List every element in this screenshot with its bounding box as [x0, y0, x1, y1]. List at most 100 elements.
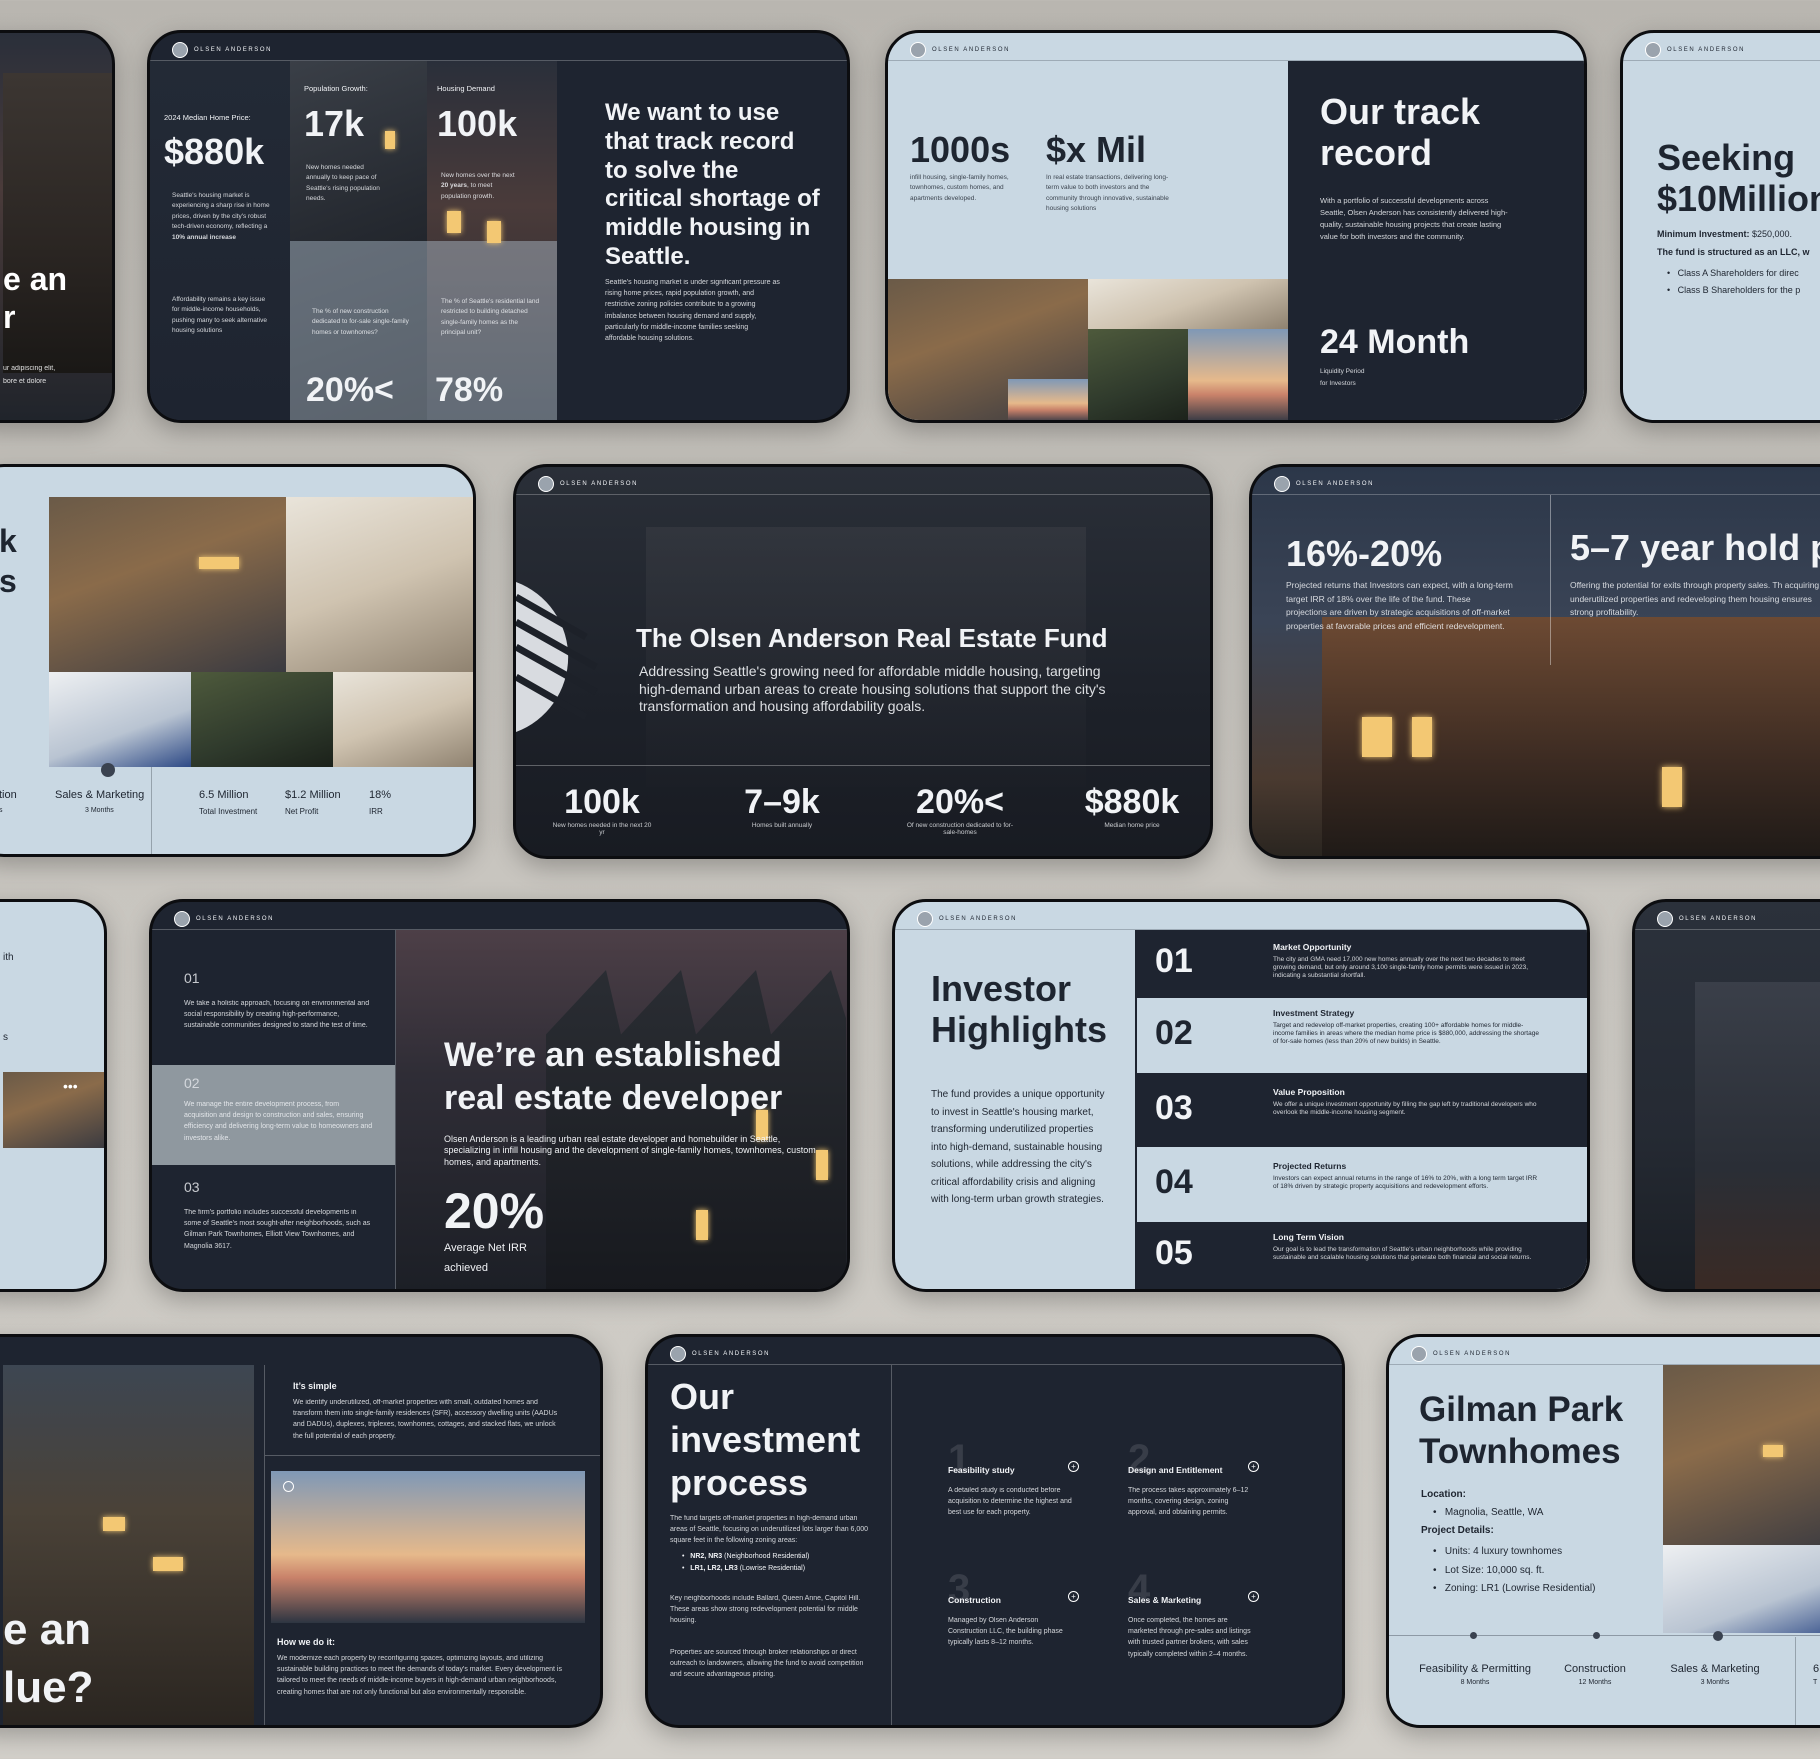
slide-investor-highlights[interactable]: OLSEN ANDERSON Investor Highlights The f… — [892, 899, 1590, 1292]
stat-description: New homes over the next 20 years, to mee… — [441, 172, 515, 200]
highlight-row[interactable]: 01 Market Opportunity The city and GMA n… — [1137, 930, 1587, 998]
window-light — [447, 211, 461, 233]
building-photo — [3, 73, 112, 373]
slide-body: Properties are sourced through broker re… — [670, 1649, 864, 1679]
slide-partial-left-3[interactable]: ith s ••• — [0, 899, 107, 1292]
item-text: We take a holistic approach, focusing on… — [184, 1000, 370, 1030]
approach-item: 03 The firm's portfolio includes success… — [152, 1165, 395, 1289]
window-light — [199, 557, 239, 569]
highlight-row[interactable]: 02 Investment Strategy Target and redeve… — [1137, 998, 1587, 1073]
slide-heading: We want to use that track record to solv… — [605, 99, 820, 270]
stat-label: Of new construction dedicated to for-sal… — [906, 822, 1014, 836]
location-label: Location: — [1421, 1489, 1466, 1500]
step-text: Managed by Olsen Anderson Construction L… — [948, 1617, 1063, 1647]
slide-track-record[interactable]: OLSEN ANDERSON 1000s infill housing, sin… — [885, 30, 1587, 423]
slide-returns[interactable]: OLSEN ANDERSON 16%-20% Projected returns… — [1249, 464, 1820, 859]
balcony-photo — [271, 1471, 585, 1623]
timeline-divider — [1795, 1637, 1796, 1725]
stat-value: 20%< — [306, 371, 394, 409]
window-light — [1763, 1445, 1783, 1457]
stat-description: infill housing, single-family homes, tow… — [910, 174, 1009, 202]
expand-icon[interactable]: + — [1068, 1591, 1079, 1602]
stat-description: Offering the potential for exits through… — [1570, 580, 1820, 618]
brand-header: OLSEN ANDERSON — [1657, 911, 1757, 927]
slide-investment-process[interactable]: OLSEN ANDERSON Our investment process Th… — [645, 1334, 1345, 1728]
highlight-row[interactable]: 04 Projected Returns Investors can expec… — [1137, 1147, 1587, 1222]
column-divider — [264, 1365, 265, 1725]
slide-body: The fund targets off-market properties i… — [670, 1515, 869, 1545]
window-light — [153, 1557, 183, 1571]
window-light — [103, 1517, 125, 1531]
stat-item: 20%< Of new construction dedicated to fo… — [880, 783, 1040, 836]
stat-value: 20%< — [916, 783, 1004, 821]
brand-header: OLSEN ANDERSON — [172, 42, 272, 58]
highlight-row[interactable]: 05 Long Term Vision Our goal is to lead … — [1137, 1222, 1587, 1289]
phase-name: Construction — [1564, 1663, 1626, 1675]
roofline — [546, 970, 846, 1289]
timeline-marker — [1713, 1631, 1723, 1641]
brand-logo-icon — [1411, 1346, 1427, 1362]
brand-header: OLSEN ANDERSON — [910, 42, 1010, 58]
brand-logo-icon — [1645, 42, 1661, 58]
brand-header: OLSEN ANDERSON — [1411, 1346, 1511, 1362]
timeline-phase: 6 T — [1813, 1663, 1820, 1686]
slide-established-developer[interactable]: OLSEN ANDERSON 01 We take a holistic app… — [149, 899, 850, 1292]
stat-value: 7–9k — [744, 783, 820, 821]
approach-item: 01 We take a holistic approach, focusing… — [152, 930, 395, 1065]
section-body: We identify underutilized, off-market pr… — [293, 1399, 558, 1440]
list-item: • Magnolia, Seattle, WA — [1433, 1507, 1544, 1518]
stat-value: 100k — [437, 103, 518, 144]
timeline-marker — [1470, 1632, 1477, 1639]
timeline-phase: Sales & Marketing 3 Months — [1655, 1663, 1775, 1686]
more-icon[interactable]: ••• — [63, 1078, 78, 1094]
stat-value: 1000s — [910, 129, 1011, 170]
window-light — [1412, 717, 1432, 757]
expand-icon[interactable]: + — [1068, 1461, 1079, 1472]
stat-column-2: Population Growth: 17k New homes needed … — [290, 61, 427, 420]
body-fragment: ur adipiscing elit, — [3, 365, 56, 372]
stat-label: IRR — [369, 807, 383, 816]
slide-housing-stats[interactable]: OLSEN ANDERSON 2024 Median Home Price: $… — [147, 30, 850, 423]
add-icon[interactable] — [283, 1481, 294, 1492]
row-number: 04 — [1155, 1163, 1193, 1201]
highlight-row[interactable]: 03 Value Proposition We offer a unique i… — [1137, 1073, 1587, 1147]
slide-partial-left-1[interactable]: e an r ur adipiscing elit, bore et dolor… — [0, 30, 115, 423]
building-silhouette — [646, 527, 1086, 787]
photo-tile — [3, 1072, 104, 1148]
slide-partial-right-3[interactable]: OLSEN ANDERSON — [1632, 899, 1820, 1292]
stat-value: 24 Month — [1320, 323, 1470, 361]
expand-icon[interactable]: + — [1248, 1461, 1259, 1472]
olsen-anderson-logo-icon — [516, 582, 598, 732]
slide-gilman-park[interactable]: OLSEN ANDERSON Gilman Park Townhomes Loc… — [1386, 1334, 1820, 1728]
step-number: 2 — [1128, 1437, 1151, 1481]
row-title: Market Opportunity — [1273, 942, 1352, 952]
slide-how-we-add-value[interactable]: e an lue? It’s simple We identify underu… — [0, 1334, 603, 1728]
timeline-line — [1389, 1635, 1820, 1636]
headline-fragment: lue? — [3, 1663, 94, 1712]
phase-duration: 3 Months — [1700, 1679, 1730, 1686]
brand-logo-icon — [172, 42, 188, 58]
slide-seeking-investment[interactable]: OLSEN ANDERSON Seeking $10Million Minimu… — [1620, 30, 1820, 423]
slide-heading: Our investment process — [670, 1376, 861, 1504]
headline-fragment: e an — [3, 261, 68, 297]
item-number: 01 — [184, 970, 200, 986]
row-divider — [265, 1455, 600, 1456]
slide-fund-title[interactable]: OLSEN ANDERSON The Olsen Anderson Real E… — [513, 464, 1213, 859]
phase-name: 6 — [1813, 1663, 1820, 1675]
section-heading: It’s simple — [293, 1381, 337, 1391]
row-text: Investors can expect annual returns in t… — [1273, 1175, 1538, 1190]
headline-fragment: r — [3, 299, 16, 335]
item-number: 03 — [184, 1179, 200, 1195]
phase-duration: 8 Months — [1460, 1679, 1490, 1686]
slide-project-gallery[interactable]: k s tion s Sales & Marketing 3 Months 6.… — [0, 464, 476, 857]
step-title: Feasibility study — [948, 1465, 1015, 1475]
photo-tile — [333, 672, 473, 767]
step-title: Construction — [948, 1595, 1001, 1605]
phase-name: Sales & Marketing — [1670, 1663, 1760, 1675]
brand-header: OLSEN ANDERSON — [538, 476, 638, 492]
photo-tile — [1188, 329, 1288, 420]
phase-duration: 12 Months — [1578, 1679, 1612, 1686]
window-light — [696, 1210, 708, 1240]
expand-icon[interactable]: + — [1248, 1591, 1259, 1602]
photo-grid — [49, 497, 473, 767]
